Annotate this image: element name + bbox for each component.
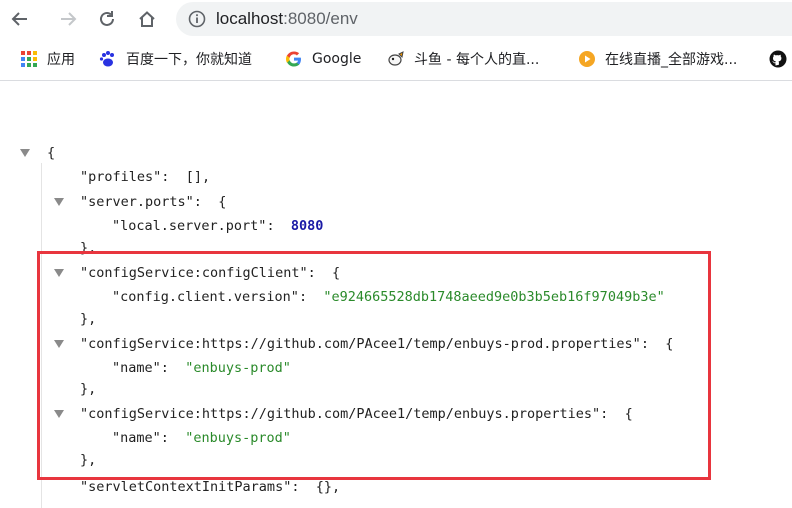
json-line: "server.ports": { — [80, 191, 226, 213]
arrow-left-icon — [11, 12, 27, 26]
bookmark-google[interactable]: Google — [285, 49, 361, 69]
url-host: localhost — [216, 9, 284, 28]
douyu-fish-icon — [388, 51, 404, 66]
json-line: { — [47, 142, 55, 164]
json-key: "server.ports" — [80, 194, 194, 210]
collapse-toggle[interactable] — [54, 198, 64, 206]
json-brace: { — [218, 194, 227, 210]
json-key: "profiles" — [80, 169, 162, 185]
json-line: "profiles": [], — [80, 166, 210, 188]
json-key: "servletContextInitParams" — [80, 479, 292, 495]
bookmark-apps[interactable]: 应用 — [20, 49, 75, 69]
highlight-box — [37, 251, 711, 480]
json-colon: : — [266, 218, 275, 234]
collapse-toggle[interactable] — [20, 149, 30, 157]
arrow-right-icon — [61, 12, 77, 26]
back-button[interactable] — [7, 6, 33, 32]
bookmark-label: 斗鱼 - 每个人的直... — [414, 52, 540, 68]
home-button[interactable] — [134, 6, 160, 32]
bookmark-label: Google — [312, 51, 362, 67]
reload-icon — [100, 11, 114, 26]
info-icon[interactable] — [188, 10, 206, 28]
bookmark-github[interactable] — [769, 49, 792, 69]
bookmarks-bar: 应用 百度一下，你就知道 Google 斗鱼 - 每个人的直... 在线直播_全… — [0, 38, 792, 81]
json-key: "local.server.port" — [112, 218, 267, 234]
json-value: [], — [185, 169, 211, 185]
live-stream-icon — [579, 51, 595, 67]
bookmark-douyu[interactable]: 斗鱼 - 每个人的直... — [387, 49, 539, 69]
browser-toolbar: localhost:8080/env — [0, 0, 792, 38]
bookmark-baidu[interactable]: 百度一下，你就知道 — [99, 49, 252, 69]
json-line: "local.server.port": 8080 — [112, 215, 323, 237]
reload-button[interactable] — [94, 6, 120, 32]
json-number-value: 8080 — [290, 218, 324, 234]
url-path: :8080/env — [283, 9, 358, 28]
bookmark-live[interactable]: 在线直播_全部游戏... — [578, 49, 737, 69]
json-colon: : — [193, 194, 202, 210]
bookmark-label: 百度一下，你就知道 — [126, 52, 252, 68]
baidu-paw-icon — [99, 51, 114, 67]
forward-button[interactable] — [55, 6, 81, 32]
url-text: localhost:8080/env — [216, 9, 358, 29]
json-brace: { — [47, 145, 56, 161]
json-colon: : — [161, 169, 170, 185]
apps-grid-icon — [21, 51, 37, 67]
bookmark-label: 在线直播_全部游戏... — [605, 52, 738, 68]
home-icon — [139, 11, 155, 27]
json-colon: : — [291, 479, 300, 495]
json-value: {}, — [315, 479, 341, 495]
google-g-icon — [286, 51, 301, 67]
bookmark-label: 应用 — [47, 52, 75, 68]
address-bar[interactable]: localhost:8080/env — [176, 2, 792, 36]
github-icon — [769, 50, 787, 68]
